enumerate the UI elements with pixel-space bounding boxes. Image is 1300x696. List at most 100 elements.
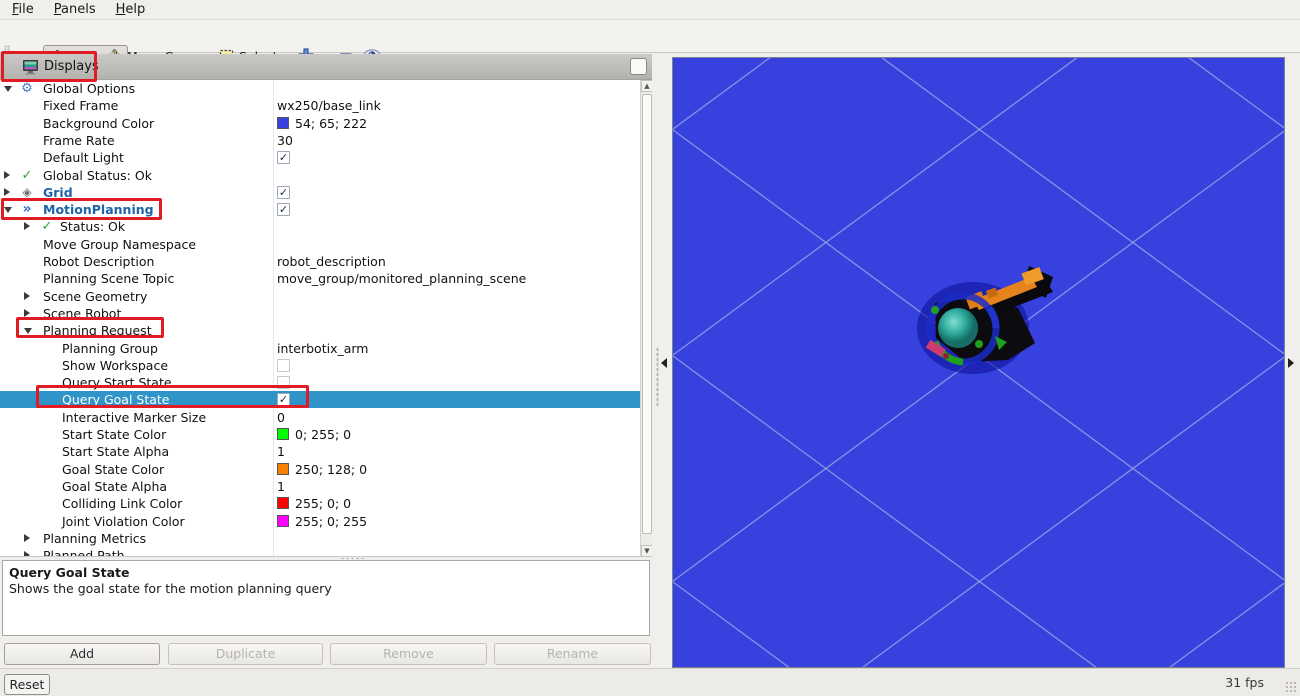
tree-row-planning-metrics[interactable]: Planning Metrics: [0, 530, 640, 547]
robot-model[interactable]: [917, 266, 1053, 374]
tree-row-planning-group[interactable]: Planning Groupinterbotix_arm: [0, 340, 640, 357]
tree-row-grid[interactable]: ◈ Grid ✓: [0, 184, 640, 201]
menu-item-file[interactable]: File: [2, 1, 44, 18]
check-green-icon: ✓: [39, 218, 55, 235]
checkbox-query-goal-state[interactable]: ✓: [277, 393, 290, 406]
tree-row-label: Default Light: [43, 149, 124, 166]
tree-row-start-state-color[interactable]: Start State Color 0; 255; 0: [0, 426, 640, 443]
expand-arrow-icon[interactable]: [24, 309, 30, 317]
menu-item-panels[interactable]: Panels: [44, 1, 106, 18]
color-swatch[interactable]: [277, 515, 289, 527]
tree-vertical-scrollbar[interactable]: ▲ ▼: [640, 80, 652, 557]
tree-row-label: Goal State Alpha: [62, 478, 167, 495]
value-text[interactable]: 250; 128; 0: [295, 461, 367, 478]
tree-row-label: Goal State Color: [62, 461, 164, 478]
color-swatch[interactable]: [277, 428, 289, 440]
tree-row-scene-geometry[interactable]: Scene Geometry: [0, 288, 640, 305]
checkbox-grid[interactable]: ✓: [277, 186, 290, 199]
tree-row-motionplanning[interactable]: »MotionPlanning✓: [0, 201, 640, 218]
value-text[interactable]: 255; 0; 0: [295, 495, 351, 512]
tree-row-label: Global Options: [43, 80, 135, 97]
tree-row-scene-robot[interactable]: Scene Robot: [0, 305, 640, 322]
menu-item-help[interactable]: Help: [106, 1, 156, 18]
expand-arrow-icon[interactable]: [4, 188, 10, 196]
panel-float-button[interactable]: [630, 58, 647, 75]
tree-row-colliding-link-color[interactable]: Colliding Link Color255; 0; 0: [0, 495, 640, 512]
value-text[interactable]: move_group/monitored_planning_scene: [277, 270, 526, 287]
tree-row-frame-rate[interactable]: Frame Rate30: [0, 132, 640, 149]
tree-row-planning-scene-topic[interactable]: Planning Scene Topicmove_group/monitored…: [0, 270, 640, 287]
tree-row-status-ok[interactable]: ✓Status: Ok: [0, 218, 640, 235]
tree-row-move-group-namespace[interactable]: Move Group Namespace: [0, 236, 640, 253]
value-text[interactable]: 0: [277, 409, 285, 426]
displays-tree[interactable]: ⚙ Global OptionsFixed Framewx250/base_lin…: [0, 80, 640, 557]
toolbar: Interact Move Camera Select: [0, 20, 1300, 53]
tree-row-label: Grid: [43, 184, 73, 201]
color-swatch[interactable]: [277, 497, 289, 509]
collapse-arrow-icon[interactable]: [4, 207, 12, 213]
tree-row-label: Scene Geometry: [43, 288, 147, 305]
tree-row-default-light[interactable]: Default Light ✓: [0, 149, 640, 166]
monitor-icon: [22, 59, 39, 78]
tree-row-query-goal-state[interactable]: Query Goal State✓: [0, 391, 640, 408]
tree-row-fixed-frame[interactable]: Fixed Framewx250/base_link: [0, 97, 640, 114]
tree-row-label: Robot Description: [43, 253, 154, 270]
scrollbar-thumb[interactable]: [642, 94, 652, 534]
tree-row-label: Planning Metrics: [43, 530, 146, 547]
checkbox-show-workspace[interactable]: [277, 359, 290, 372]
value-text[interactable]: 1: [277, 443, 285, 460]
expand-arrow-icon[interactable]: [24, 292, 30, 300]
add-button[interactable]: Add: [4, 643, 160, 665]
expand-arrow-icon[interactable]: [4, 171, 10, 179]
tree-row-global-status-ok[interactable]: ✓Global Status: Ok: [0, 167, 640, 184]
grid-icon: ◈: [19, 184, 35, 201]
duplicate-button[interactable]: Duplicate: [168, 643, 323, 665]
check-green-icon: ✓: [19, 167, 35, 184]
tree-row-robot-description[interactable]: Robot Description robot_description: [0, 253, 640, 270]
status-bar: Reset 31 fps: [0, 668, 1300, 696]
tree-row-query-start-state[interactable]: Query Start State: [0, 374, 640, 391]
collapse-arrow-icon[interactable]: [24, 328, 32, 334]
checkbox-query-start-state[interactable]: [277, 376, 290, 389]
reset-button[interactable]: Reset: [4, 674, 50, 695]
collapse-arrow-icon[interactable]: [4, 86, 12, 92]
color-swatch[interactable]: [277, 117, 289, 129]
tree-row-label: Planning Request: [43, 322, 152, 339]
tree-row-goal-state-alpha[interactable]: Goal State Alpha 1: [0, 478, 640, 495]
tree-row-show-workspace[interactable]: Show Workspace: [0, 357, 640, 374]
tree-row-label: Background Color: [43, 115, 154, 132]
value-text[interactable]: interbotix_arm: [277, 340, 369, 357]
value-text[interactable]: 30: [277, 132, 293, 149]
expand-arrow-icon[interactable]: [24, 222, 30, 230]
value-text[interactable]: 255; 0; 255: [295, 513, 367, 530]
fps-counter: 31 fps: [1225, 675, 1264, 690]
displays-panel-header[interactable]: Displays: [0, 54, 652, 80]
tree-row-background-color[interactable]: Background Color 54; 65; 222: [0, 115, 640, 132]
tree-row-planning-request[interactable]: Planning Request: [0, 322, 640, 339]
display-description-box: Query Goal State Shows the goal state fo…: [2, 560, 650, 636]
tree-row-joint-violation-color[interactable]: Joint Violation Color255; 0; 255: [0, 513, 640, 530]
tree-row-label: Start State Color: [62, 426, 166, 443]
window-resize-grip[interactable]: [1285, 681, 1298, 694]
collapse-right-arrow-icon[interactable]: [1288, 358, 1294, 368]
tree-row-start-state-alpha[interactable]: Start State Alpha 1: [0, 443, 640, 460]
tree-row-interactive-marker-size[interactable]: Interactive Marker Size0: [0, 409, 640, 426]
value-text[interactable]: 0; 255; 0: [295, 426, 351, 443]
checkbox-default-light[interactable]: ✓: [277, 151, 290, 164]
checkbox-motionplanning[interactable]: ✓: [277, 203, 290, 216]
interactive-marker-ball[interactable]: [938, 308, 978, 348]
tree-row-goal-state-color[interactable]: Goal State Color 250; 128; 0: [0, 461, 640, 478]
collapse-left-arrow-icon[interactable]: [661, 358, 667, 368]
value-text[interactable]: 54; 65; 222: [295, 115, 367, 132]
remove-button[interactable]: Remove: [330, 643, 487, 665]
3d-viewport[interactable]: [672, 57, 1285, 668]
expand-arrow-icon[interactable]: [24, 534, 30, 542]
tree-row-global-options[interactable]: ⚙ Global Options: [0, 80, 640, 97]
color-swatch[interactable]: [277, 463, 289, 475]
value-text[interactable]: 1: [277, 478, 285, 495]
value-text[interactable]: wx250/base_link: [277, 97, 381, 114]
rename-button[interactable]: Rename: [494, 643, 651, 665]
value-text[interactable]: robot_description: [277, 253, 386, 270]
tree-row-label: Start State Alpha: [62, 443, 169, 460]
gear-icon: ⚙: [19, 80, 35, 97]
